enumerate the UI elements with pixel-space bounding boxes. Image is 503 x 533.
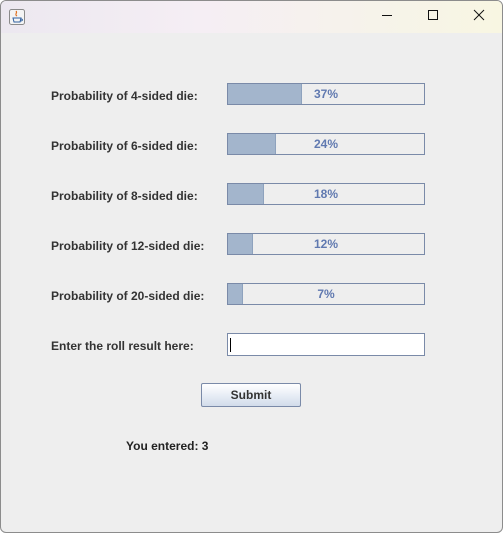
minimize-button[interactable] (364, 1, 410, 33)
roll-result-input[interactable] (227, 333, 425, 356)
maximize-button[interactable] (410, 1, 456, 33)
java-cup-icon (9, 9, 25, 25)
title-bar[interactable] (1, 1, 502, 33)
die-12-percent: 12% (313, 237, 339, 251)
minimize-icon (381, 8, 393, 26)
die-4-label: Probability of 4-sided die: (51, 89, 198, 103)
die-6-label: Probability of 6-sided die: (51, 139, 198, 153)
dice-probability-window: Probability of 4-sided die: 37% Probabil… (0, 0, 503, 533)
die-20-label: Probability of 20-sided die: (51, 289, 205, 303)
die-6-percent: 24% (313, 137, 339, 151)
close-button[interactable] (456, 1, 502, 33)
die-6-progress-bar: 24% (227, 133, 425, 155)
roll-input-label: Enter the roll result here: (51, 339, 194, 353)
die-12-label: Probability of 12-sided die: (51, 239, 205, 253)
close-icon (473, 8, 485, 26)
die-12-progress-bar: 12% (227, 233, 425, 255)
die-8-progress-bar: 18% (227, 183, 425, 205)
die-20-percent: 7% (317, 287, 335, 301)
submit-button[interactable]: Submit (201, 383, 301, 407)
result-text: You entered: 3 (126, 439, 209, 453)
die-8-label: Probability of 8-sided die: (51, 189, 198, 203)
die-20-progress-bar: 7% (227, 283, 425, 305)
maximize-icon (427, 8, 439, 26)
die-4-progress-bar: 37% (227, 83, 425, 105)
text-caret (230, 338, 231, 352)
die-4-percent: 37% (313, 87, 339, 101)
die-8-percent: 18% (313, 187, 339, 201)
